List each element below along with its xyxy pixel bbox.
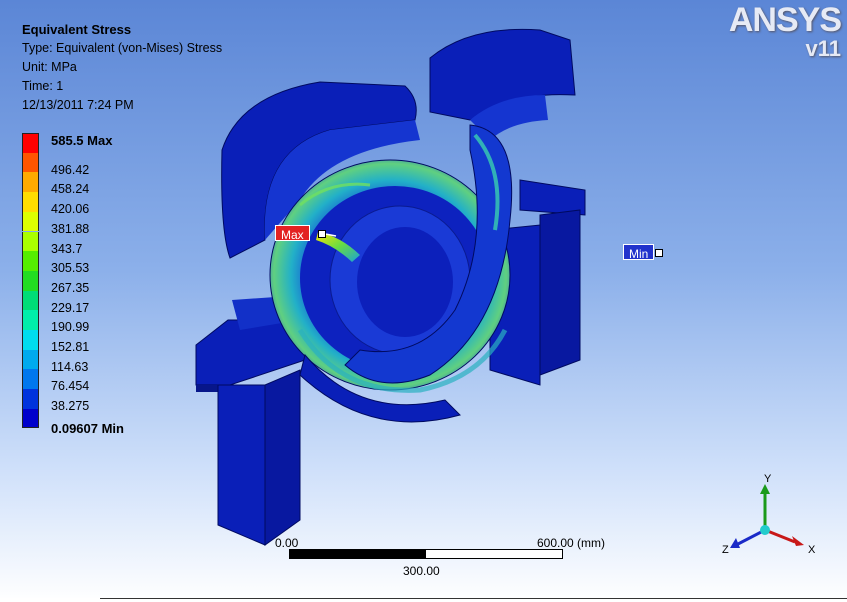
triad-z-label: Z [722, 544, 729, 556]
scale-mid-label: 300.00 [403, 564, 440, 578]
max-probe-pin [318, 230, 326, 238]
max-probe[interactable]: Max [275, 225, 310, 242]
min-probe[interactable]: Min [623, 244, 655, 261]
triad-y-label: Y [764, 473, 772, 485]
scale-end-label: 600.00 (mm) [537, 536, 606, 550]
bottom-strip [0, 598, 847, 602]
graphics-viewport[interactable]: Equivalent Stress Type: Equivalent (von-… [0, 0, 847, 602]
scale-bar: 0.00 600.00 (mm) 300.00 [275, 536, 605, 580]
min-probe-label: Min [629, 247, 649, 261]
scale-start-label: 0.00 [275, 536, 299, 550]
scale-bar-graphic [289, 549, 563, 559]
min-probe-pin [655, 249, 663, 257]
max-probe-label: Max [281, 228, 304, 242]
coordinate-triad[interactable]: Y X Z [720, 470, 820, 560]
triad-x-label: X [808, 544, 816, 556]
